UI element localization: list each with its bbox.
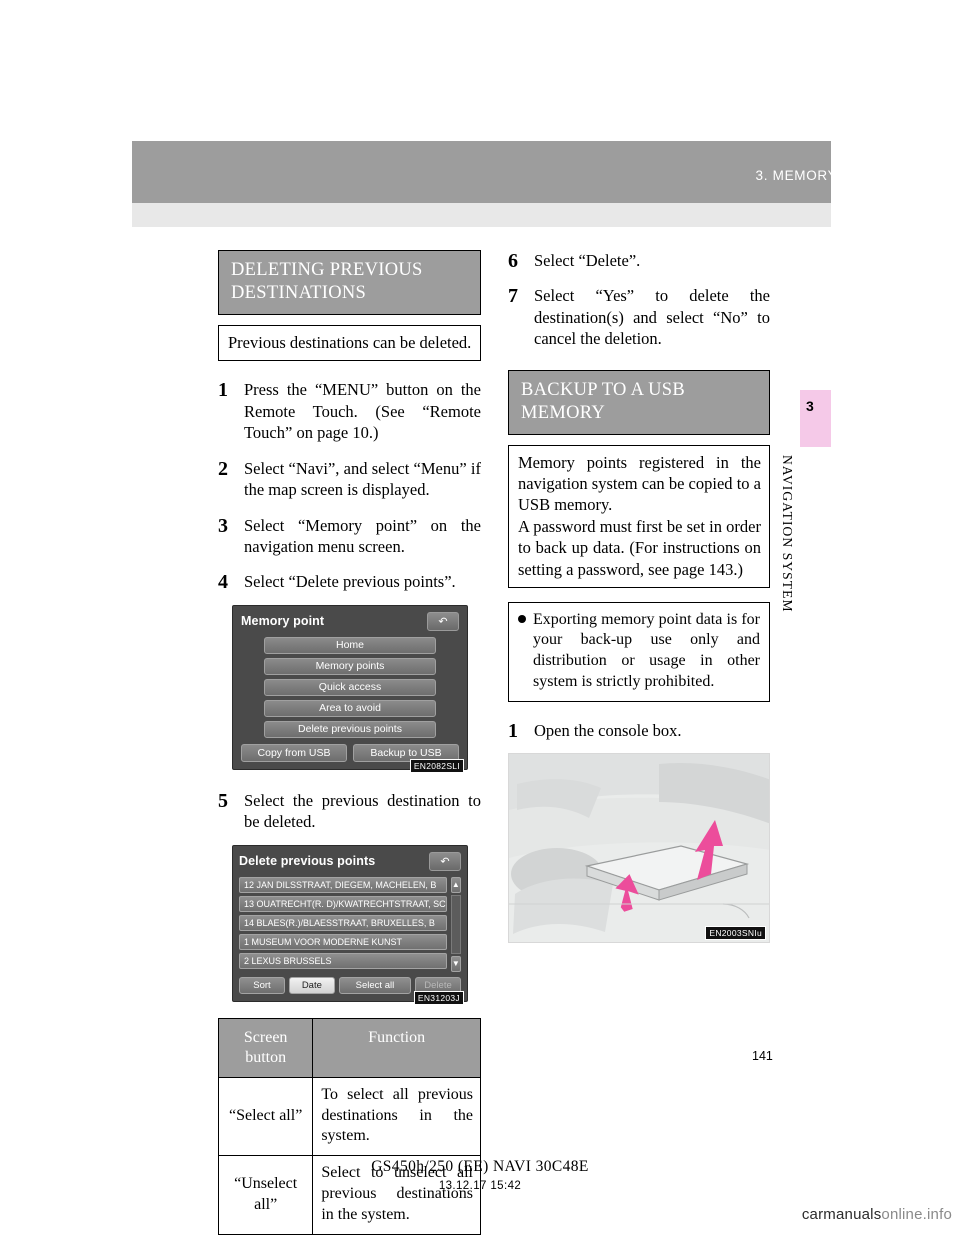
step-1: 1 Press the “MENU” button on the Remote … bbox=[218, 379, 481, 443]
back-arrow-icon[interactable]: ↶ bbox=[429, 851, 461, 871]
section-heading-backup-to-usb-memory: BACKUP TO A USB MEMORY bbox=[508, 369, 770, 435]
note-box: Exporting memory point data is for your … bbox=[508, 601, 770, 702]
step-6: 6 Select “Delete”. bbox=[508, 250, 770, 272]
delete-screen-list-wrap: 12 JAN DILSSTRAAT, DIEGEM, MACHELEN, B 1… bbox=[239, 876, 461, 972]
step-open-text: Open the console box. bbox=[534, 720, 682, 740]
memory-point-button-home[interactable]: Home bbox=[263, 636, 437, 654]
step-3-number: 3 bbox=[218, 514, 228, 537]
step-7-text: Select “Yes” to delete the destination(s… bbox=[534, 286, 770, 349]
step-6-text: Select “Delete”. bbox=[534, 251, 641, 270]
column-header-screen-button: Screen button bbox=[217, 1017, 314, 1078]
step-1-text: Press the “MENU” button on the Remote To… bbox=[244, 380, 481, 443]
row-value-select-all: To select all previous destinations in t… bbox=[312, 1076, 481, 1157]
step-7-number: 7 bbox=[508, 285, 518, 308]
delete-screen-image-code: EN31203J bbox=[413, 990, 464, 1005]
step-1-number: 1 bbox=[218, 379, 228, 402]
select-all-button[interactable]: Select all bbox=[338, 976, 412, 994]
step-3: 3 Select “Memory point” on the navigatio… bbox=[218, 515, 481, 558]
scroll-up-icon[interactable]: ▲ bbox=[450, 876, 461, 893]
delete-screen-list: 12 JAN DILSSTRAAT, DIEGEM, MACHELEN, B 1… bbox=[239, 876, 447, 972]
step-7: 7 Select “Yes” to delete the destination… bbox=[508, 285, 770, 349]
console-image-code: EN2003SNIu bbox=[705, 926, 766, 941]
scroll-down-icon[interactable]: ▼ bbox=[450, 955, 461, 972]
intro-box: Previous destinations can be deleted. bbox=[218, 325, 481, 362]
memory-point-button-delete-previous-points[interactable]: Delete previous points bbox=[263, 720, 437, 738]
header-band-light bbox=[132, 203, 831, 227]
list-item[interactable]: 13 OUATRECHT(R. D)/KWATRECHTSTRAAT, SC bbox=[239, 895, 447, 912]
step-2-number: 2 bbox=[218, 457, 228, 480]
step-5-text: Select the previous destination to be de… bbox=[244, 790, 481, 832]
delete-screen-title: Delete previous points bbox=[239, 854, 376, 869]
step-open-number: 1 bbox=[508, 719, 518, 742]
step-2-text: Select “Navi”, and select “Menu” if the … bbox=[244, 458, 481, 500]
column-header-function: Function bbox=[312, 1017, 481, 1078]
table-header-row: Screen button Function bbox=[217, 1017, 481, 1078]
list-item[interactable]: 1 MUSEUM VOOR MODERNE KUNST bbox=[239, 933, 447, 950]
bullet-icon bbox=[518, 614, 526, 623]
document-page: 3. MEMORY POINTS 3 NAVIGATION SYSTEM DEL… bbox=[0, 0, 960, 1242]
sort-button[interactable]: Sort bbox=[239, 976, 285, 994]
step-4: 4 Select “Delete previous points”. bbox=[218, 571, 481, 594]
watermark-bold: carmanuals bbox=[801, 1206, 882, 1223]
left-column: DELETING PREVIOUS DESTINATIONS Previous … bbox=[217, 250, 481, 1235]
chapter-tab-number: 3 bbox=[806, 398, 814, 414]
date-button[interactable]: Date bbox=[288, 976, 335, 994]
delete-screen-titlebar: Delete previous points ↶ bbox=[239, 851, 461, 871]
footer-model-line: GS450h/250 (EE) NAVI 30C48E bbox=[371, 1158, 589, 1175]
table-row: “Select all” To select all previous dest… bbox=[217, 1076, 481, 1157]
right-column: 6 Select “Delete”. 7 Select “Yes” to del… bbox=[508, 250, 770, 944]
backup-info-paragraph-2: A password must first be set in order to… bbox=[518, 517, 761, 579]
list-item[interactable]: 2 LEXUS BRUSSELS bbox=[239, 952, 447, 969]
step-2: 2 Select “Navi”, and select “Menu” if th… bbox=[218, 458, 481, 501]
memory-point-button-quick-access[interactable]: Quick access bbox=[263, 678, 437, 696]
note-item: Exporting memory point data is for your … bbox=[518, 610, 760, 693]
site-watermark: carmanualsonline.info bbox=[802, 1206, 952, 1223]
list-item[interactable]: 12 JAN DILSSTRAAT, DIEGEM, MACHELEN, B bbox=[239, 876, 447, 893]
note-text: Exporting memory point data is for your … bbox=[533, 610, 760, 691]
watermark-light: online.info bbox=[881, 1206, 952, 1223]
back-arrow-icon[interactable]: ↶ bbox=[427, 611, 459, 631]
delete-previous-points-figure: Delete previous points ↶ 12 JAN DILSSTRA… bbox=[232, 844, 468, 1005]
delete-screen-scrollbar[interactable]: ▲ ▼ bbox=[450, 876, 461, 972]
chapter-vertical-label: NAVIGATION SYSTEM bbox=[780, 455, 795, 613]
memory-point-button-area-to-avoid[interactable]: Area to avoid bbox=[263, 699, 437, 717]
step-open-console-box: 1 Open the console box. bbox=[508, 719, 770, 742]
step-3-text: Select “Memory point” on the navigation … bbox=[244, 515, 481, 556]
row-key-select-all: “Select all” bbox=[217, 1076, 314, 1157]
header-band-dark bbox=[132, 141, 831, 203]
chapter-tab bbox=[800, 390, 831, 447]
footer-date-line: 13.12.17 15:42 bbox=[438, 1180, 522, 1192]
step-4-text: Select “Delete previous points”. bbox=[244, 572, 456, 592]
memory-point-screen-figure: Memory point ↶ Home Memory points Quick … bbox=[232, 604, 468, 773]
delete-previous-points-screen: Delete previous points ↶ 12 JAN DILSSTRA… bbox=[232, 844, 468, 1002]
memory-point-screen-titlebar: Memory point ↶ bbox=[241, 611, 459, 631]
step-4-number: 4 bbox=[218, 571, 228, 594]
console-box-illustration: EN2003SNIu bbox=[508, 753, 770, 944]
intro-text: Previous destinations can be deleted. bbox=[228, 333, 472, 353]
memory-point-button-copy-from-usb[interactable]: Copy from USB bbox=[241, 743, 347, 762]
section-heading-deleting-previous-destinations: DELETING PREVIOUS DESTINATIONS bbox=[218, 250, 481, 316]
page-number: 141 bbox=[752, 1049, 773, 1063]
step-5: 5 Select the previous destination to be … bbox=[218, 790, 481, 833]
backup-info-box: Memory points registered in the navigati… bbox=[508, 445, 770, 588]
memory-point-button-memory-points[interactable]: Memory points bbox=[263, 657, 437, 675]
function-table: Screen button Function “Select all” To s… bbox=[217, 1017, 481, 1235]
scroll-track[interactable] bbox=[450, 894, 461, 954]
console-illustration-svg bbox=[509, 754, 769, 943]
memory-point-screen-title: Memory point bbox=[241, 614, 325, 629]
list-item[interactable]: 14 BLAES(R.)/BLAESSTRAAT, BRUXELLES, B bbox=[239, 914, 447, 931]
chapter-title: 3. MEMORY POINTS bbox=[755, 168, 896, 183]
step-6-number: 6 bbox=[508, 250, 518, 272]
memory-point-screen: Memory point ↶ Home Memory points Quick … bbox=[232, 604, 468, 770]
backup-info-paragraph-1: Memory points registered in the navigati… bbox=[518, 453, 761, 515]
memory-point-image-code: EN2082SLI bbox=[409, 758, 464, 773]
step-5-number: 5 bbox=[218, 789, 228, 812]
